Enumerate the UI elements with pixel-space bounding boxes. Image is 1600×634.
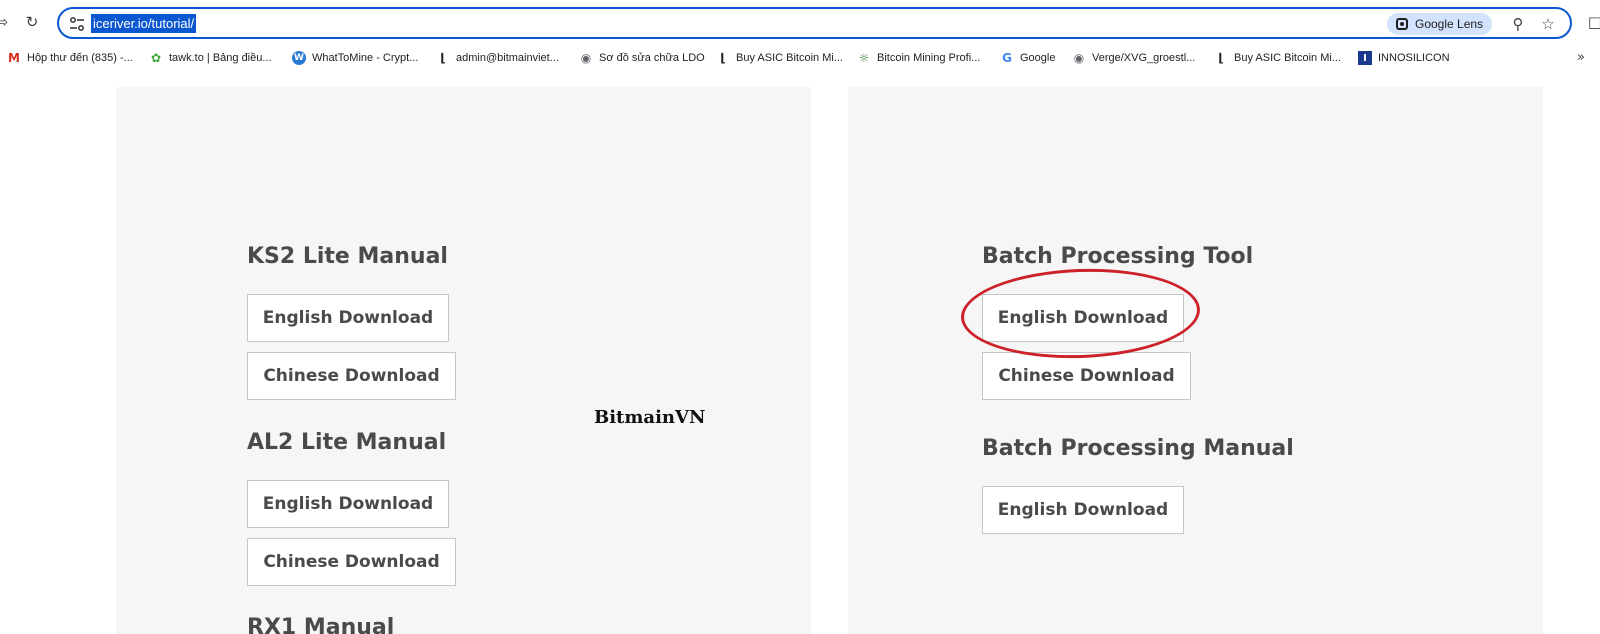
bookmark-item[interactable]: ⌊ admin@bitmainviet... [436,48,559,68]
ks2-english-download-button[interactable]: English Download [247,294,449,342]
bookmark-item[interactable]: ☼ Bitcoin Mining Profi... [857,48,981,68]
bookmark-label: Sơ đồ sửa chữa LDO [599,52,705,64]
gmail-icon: M [8,51,20,65]
url-text[interactable]: iceriver.io/tutorial/ [91,14,197,33]
star-icon[interactable]: ☆ [1537,13,1559,35]
manuals-panel [116,87,811,634]
bitmain-icon: ⌊ [440,51,446,65]
watermark: BitmainVN [594,407,706,428]
ks2-lite-manual-title: KS2 Lite Manual [247,244,448,269]
bookmark-item[interactable]: ✿ tawk.to | Bảng điều... [149,48,272,68]
batch-manual-english-download-button[interactable]: English Download [982,486,1184,534]
bookmark-label: WhatToMine - Crypt... [312,52,419,64]
google-lens-button[interactable]: Google Lens [1387,13,1492,35]
al2-english-download-button[interactable]: English Download [247,480,449,528]
bookmark-label: Verge/XVG_groestl... [1092,52,1196,64]
bookmark-label: INNOSILICON [1378,52,1450,64]
forward-arrow-icon[interactable]: ⇨ [0,10,14,34]
bookmark-item[interactable]: W WhatToMine - Crypt... [292,48,418,68]
bookmark-item[interactable]: ◉ Verge/XVG_groestl... [1072,48,1196,68]
bookmark-label: Buy ASIC Bitcoin Mi... [1234,52,1341,64]
tune-icon[interactable] [68,15,86,33]
bookmark-label: admin@bitmainviet... [456,52,559,64]
bookmark-item[interactable]: ⌊ Buy ASIC Bitcoin Mi... [1214,48,1341,68]
globe-icon: ◉ [1073,51,1085,65]
bookmark-item[interactable]: G Google [1000,48,1055,68]
batch-tool-chinese-download-button[interactable]: Chinese Download [982,352,1191,400]
ks2-chinese-download-button[interactable]: Chinese Download [247,352,456,400]
bookmarks-bar: M Hộp thư đến (835) -... ✿ tawk.to | Bản… [0,44,1600,72]
bitmain-icon: ⌊ [720,51,726,65]
bookmark-item[interactable]: ◉ Sơ đồ sửa chữa LDO [579,48,705,68]
bookmark-label: tawk.to | Bảng điều... [169,52,272,64]
rx1-manual-title: RX1 Manual [247,615,395,634]
batch-processing-tool-title: Batch Processing Tool [982,244,1254,269]
google-icon: G [1002,51,1012,65]
al2-lite-manual-title: AL2 Lite Manual [247,430,447,455]
bookmark-label: Hộp thư đến (835) -... [27,52,133,64]
bookmark-label: Bitcoin Mining Profi... [877,52,981,64]
innosilicon-icon: I [1358,51,1372,65]
bitcoin-profit-icon: ☼ [858,51,870,65]
google-lens-icon [1396,18,1408,30]
batch-processing-manual-title: Batch Processing Manual [982,436,1294,461]
whattomine-icon: W [292,51,306,65]
address-bar[interactable]: iceriver.io/tutorial/ Google Lens ⚲ ☆ [57,7,1572,39]
bookmark-item[interactable]: I INNOSILICON [1358,48,1450,68]
browser-toolbar: ⇨ ↻ iceriver.io/tutorial/ Google Lens ⚲ … [0,0,1600,44]
bookmark-label: Google [1020,52,1056,64]
globe-icon: ◉ [580,51,592,65]
batch-tool-english-download-button[interactable]: English Download [982,294,1184,342]
bitmain-icon: ⌊ [1218,51,1224,65]
reload-icon[interactable]: ↻ [20,10,44,34]
batch-panel [848,87,1543,634]
tawk-icon: ✿ [150,51,162,65]
bookmark-item[interactable]: ⌊ Buy ASIC Bitcoin Mi... [716,48,843,68]
google-lens-label: Google Lens [1415,17,1484,31]
page-content: KS2 Lite Manual English Download Chinese… [0,72,1600,634]
bookmarks-overflow-icon[interactable]: » [1577,50,1585,65]
extensions-icon[interactable]: □ [1583,10,1600,34]
bookmark-item[interactable]: M Hộp thư đến (835) -... [7,48,133,68]
bookmark-label: Buy ASIC Bitcoin Mi... [736,52,843,64]
al2-chinese-download-button[interactable]: Chinese Download [247,538,456,586]
zoom-icon[interactable]: ⚲ [1507,13,1529,35]
